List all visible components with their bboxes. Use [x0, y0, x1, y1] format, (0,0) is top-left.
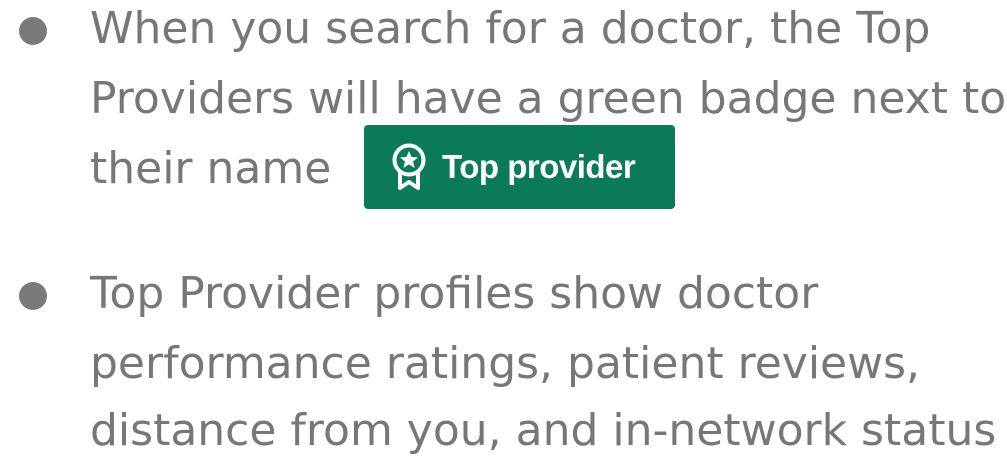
bullet-1-line-2: Providers will have a green badge next t…	[90, 73, 1007, 124]
bullet-2-line-1: Top Provider profiles show doctor	[90, 268, 819, 319]
bullet-2-line-2: performance ratings, patient reviews,	[90, 338, 921, 389]
badge-label: Top provider	[442, 148, 636, 185]
award-ribbon-star-icon	[392, 143, 426, 190]
bullet-list: When you search for a doctor, the Top Pr…	[0, 0, 1007, 457]
bullet-1-line-3: their name	[90, 143, 332, 194]
top-provider-badge: Top provider	[364, 125, 675, 209]
bullet-2-line-3: distance from you, and in-network status	[90, 405, 997, 456]
bullet-1-line-1: When you search for a doctor, the Top	[90, 3, 931, 54]
bullet-dot	[19, 17, 47, 45]
bullet-dot	[19, 282, 47, 310]
